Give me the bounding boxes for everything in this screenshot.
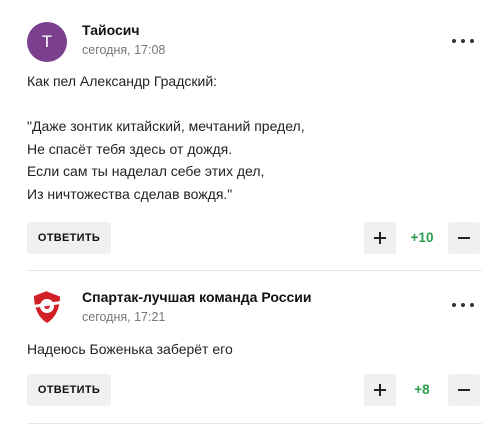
minus-icon xyxy=(458,389,470,391)
comment-text: Надеюсь Боженька заберёт его xyxy=(27,341,233,357)
comment-divider xyxy=(27,423,482,424)
upvote-button[interactable] xyxy=(364,374,396,406)
downvote-button[interactable] xyxy=(448,374,480,406)
comment-item: Т Тайосич сегодня, 17:08 Как пел Алексан… xyxy=(0,0,500,270)
reply-button[interactable]: ОТВЕТИТЬ xyxy=(27,374,111,406)
avatar[interactable]: Т xyxy=(27,22,67,62)
comment-timestamp: сегодня, 17:08 xyxy=(82,43,166,57)
comment-item: Спартак-лучшая команда России сегодня, 1… xyxy=(0,271,500,425)
comment-timestamp: сегодня, 17:21 xyxy=(82,310,166,324)
vote-score: +8 xyxy=(414,382,430,397)
more-options-icon[interactable] xyxy=(452,302,474,308)
downvote-button[interactable] xyxy=(448,222,480,254)
reply-button[interactable]: ОТВЕТИТЬ xyxy=(27,222,111,254)
plus-icon xyxy=(374,384,386,396)
spartak-logo-icon[interactable] xyxy=(27,287,67,327)
comment-author[interactable]: Тайосич xyxy=(82,22,139,38)
more-options-icon[interactable] xyxy=(452,38,474,44)
comment-text: Как пел Александр Градский: "Даже зонтик… xyxy=(27,73,305,202)
vote-score: +10 xyxy=(410,230,434,245)
upvote-button[interactable] xyxy=(364,222,396,254)
comment-author[interactable]: Спартак-лучшая команда России xyxy=(82,289,311,305)
minus-icon xyxy=(458,237,470,239)
plus-icon xyxy=(374,232,386,244)
